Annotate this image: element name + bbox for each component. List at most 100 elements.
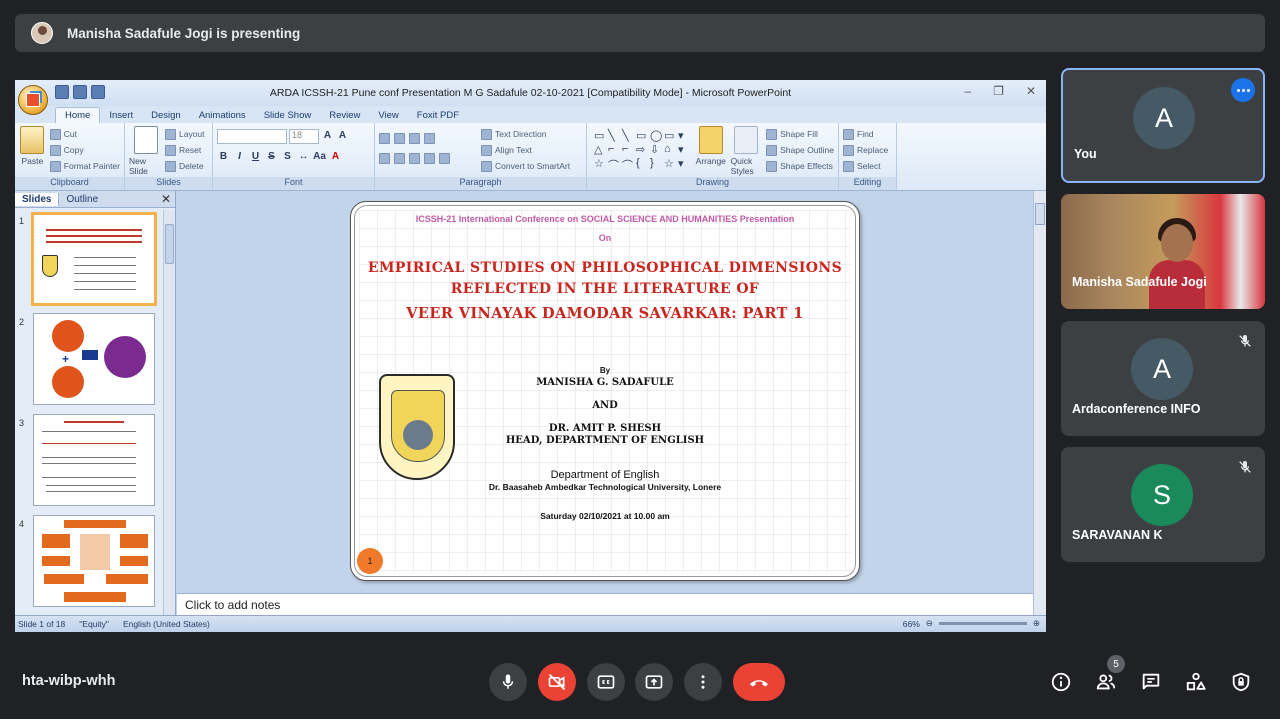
zoom-slider [938,622,1027,625]
align-left-icon [379,150,390,166]
ribbon-tabs: Home Insert Design Animations Slide Show… [15,106,1046,123]
ppt-status-bar: Slide 1 of 18 "Equity" English (United S… [15,615,1046,632]
info-icon [1051,672,1071,692]
copy-button: Copy [49,142,120,158]
zoom-level: 66% [902,618,920,629]
select-button: Select [843,158,892,174]
camera-button[interactable] [538,663,576,701]
shrink-font-icon: A [338,130,347,141]
people-count-badge: 5 [1107,655,1125,673]
group-editing: Find Replace Select Editing [839,123,897,190]
slide-author-2: DR. AMIT P. SHESH [548,423,662,434]
cut-button: Cut [49,126,120,142]
find-button: Find [843,126,892,142]
delete-button: Delete [165,158,205,174]
microphone-button[interactable] [489,663,527,701]
align-center-icon [394,150,405,166]
people-icon [1096,674,1116,690]
pane-tabs: Slides Outline ✕ [15,191,175,208]
group-font: 18 A A B I U S S ↔ Aa A Font [213,123,375,190]
line-spacing-icon [424,130,435,146]
slide-university: Dr. Baasaheb Ambedkar Technological Univ… [488,482,722,492]
slide-date: Saturday 02/10/2021 at 10.00 am [540,511,670,521]
numbering-icon [394,130,405,146]
people-button[interactable] [1094,670,1118,694]
leave-call-button[interactable] [733,663,785,701]
ppt-title-bar: ARDA ICSSH-21 Pune conf Presentation M G… [15,80,1046,115]
columns-icon [439,150,450,166]
present-now-button[interactable] [635,663,673,701]
captions-icon [597,675,615,689]
close-pane-icon: ✕ [160,192,171,206]
tab-animations: Animations [198,110,246,121]
participant-tile-saravanan[interactable]: S SARAVANAN K [1061,447,1265,562]
slide-department: Department of English [550,469,660,481]
group-slides: New Slide Layout Reset Delete Slides [125,123,213,190]
close-icon: ✕ [1025,84,1036,98]
group-paragraph: Text Direction Align Text Convert to Sma… [375,123,587,190]
more-options-icon[interactable] [1231,78,1255,102]
meeting-details-button[interactable] [1049,670,1073,694]
ribbon: Paste Cut Copy Format Painter Clipboard … [15,123,1046,191]
minimize-icon: – [964,84,972,98]
replace-button: Replace [843,142,892,158]
presenting-text: Manisha Sadafule Jogi is presenting [67,25,301,41]
group-label-drawing: Drawing [587,177,838,190]
tab-slides: Slides [15,192,60,206]
ppt-window-title: ARDA ICSSH-21 Pune conf Presentation M G… [269,87,792,99]
office-button-icon [18,85,48,115]
activities-icon [1186,672,1206,691]
more-options-button[interactable] [684,663,722,701]
chat-icon [1142,673,1160,690]
participant-tile-ardaconference[interactable]: A Ardaconference INFO [1061,321,1265,436]
slide-number-badge: 1 [357,548,383,574]
shape-fill-button: Shape Fill [766,126,834,142]
tab-design: Design [151,110,181,121]
participant-name: Ardaconference INFO [1072,402,1201,416]
participant-avatar: A [1131,338,1193,400]
tab-slide-show: Slide Show [263,110,312,121]
status-theme: "Equity" [79,619,109,629]
host-controls-button[interactable] [1229,670,1253,694]
captions-button[interactable] [587,663,625,701]
meeting-code: hta-wibp-whh [22,673,116,689]
italic-icon: I [238,151,241,162]
shape-effects-button: Shape Effects [766,158,834,174]
participant-avatar: S [1131,464,1193,526]
tab-review: Review [329,110,361,121]
zoom-in-icon: ⊕ [1032,618,1040,628]
slide-author-1: MANISHA G. SADAFULE [536,377,674,388]
tab-view: View [378,110,399,121]
camera-off-icon [548,673,566,691]
shared-screen-powerpoint: ARDA ICSSH-21 Pune conf Presentation M G… [15,80,1046,632]
slide-thumbnail: 4 [15,513,163,614]
slide-conference-line: ICSSH-21 International Conference on SOC… [415,214,795,224]
participant-tile-you[interactable]: A You [1061,68,1265,183]
slide-thumbnail: 2 + [15,311,163,412]
format-painter-button: Format Painter [49,158,120,174]
status-slide-count: Slide 1 of 18 [18,619,66,629]
mic-off-icon [1239,461,1251,473]
group-clipboard: Paste Cut Copy Format Painter Clipboard [15,123,125,190]
group-label-slides: Slides [125,177,212,190]
microphone-icon [502,674,514,689]
current-slide: ICSSH-21 International Conference on SOC… [350,201,860,581]
change-case-icon: Aa [313,151,326,162]
group-label-paragraph: Paragraph [375,177,586,190]
indent-icon [409,130,420,146]
participant-tile-presenter[interactable]: Manisha Sadafule Jogi [1061,194,1265,309]
slide-on: On [598,233,612,243]
group-label-clipboard: Clipboard [15,177,124,190]
present-screen-icon [645,675,663,689]
slide-and: AND [592,400,618,411]
slide-author-2-role: HEAD, DEPARTMENT OF ENGLISH [505,435,705,446]
activities-button[interactable] [1184,670,1208,694]
participant-name: You [1074,147,1097,161]
group-drawing: ▭ ╲ ╲ ▭ ◯ ▭ ▾ △ ⌐ ⌐ ⇨ ⇩ ⌂ ▾ ☆ ⌒ ⌒{} ☆ ▾ Arrange Quick St… [587,123,839,190]
shadow-icon: S [284,151,291,162]
tab-home: Home [55,107,101,123]
align-right-icon [409,150,420,166]
justify-icon [424,150,435,166]
chat-button[interactable] [1139,670,1163,694]
align-text-button: Align Text [481,142,570,158]
